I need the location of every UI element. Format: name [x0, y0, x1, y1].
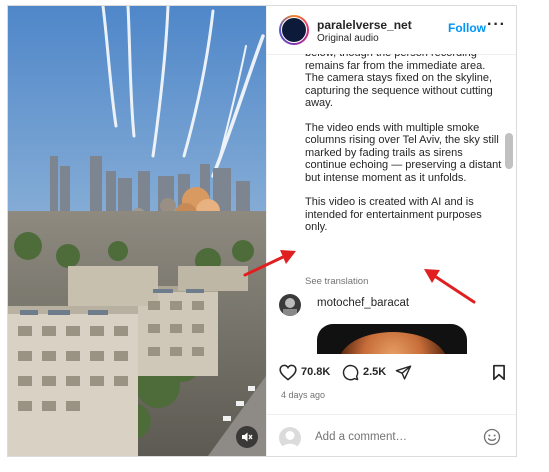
follow-button[interactable]: Follow [448, 21, 486, 35]
comment-avatar[interactable] [279, 294, 301, 316]
mute-button[interactable] [236, 426, 258, 448]
caption-paragraph: This video is created with AI and is int… [305, 196, 482, 233]
see-translation-link[interactable]: See translation [305, 276, 368, 287]
post-video[interactable] [8, 6, 266, 456]
avatar[interactable] [279, 15, 309, 45]
emoji-icon [483, 428, 501, 446]
share-button[interactable] [395, 362, 412, 382]
speaker-muted-icon [242, 432, 253, 442]
more-options-icon[interactable]: ··· [487, 16, 506, 34]
heart-icon [279, 364, 297, 381]
like-count: 70.8K [301, 366, 331, 378]
add-comment-input[interactable]: Add a comment… [315, 431, 407, 443]
post-caption: below, though the person recording remai… [305, 54, 505, 246]
audio-label[interactable]: Original audio [317, 33, 379, 44]
post-container: paralelverse_net Original audio Follow ·… [7, 5, 517, 457]
video-frame [8, 6, 266, 456]
post-header: paralelverse_net Original audio Follow ·… [267, 6, 516, 55]
post-username[interactable]: paralelverse_net [317, 18, 412, 32]
save-button[interactable] [492, 362, 506, 382]
post-timestamp[interactable]: 4 days ago [281, 390, 325, 400]
bookmark-icon [493, 364, 505, 380]
add-comment-bar: Add a comment… [267, 414, 516, 456]
scrollbar[interactable] [505, 54, 515, 354]
share-icon [395, 364, 412, 380]
post-side-panel: paralelverse_net Original audio Follow ·… [266, 6, 516, 456]
like-button[interactable]: 70.8K [279, 362, 330, 382]
emoji-button[interactable] [483, 428, 501, 451]
scrollbar-thumb[interactable] [505, 133, 513, 169]
comments-scroll-area[interactable]: below, though the person recording remai… [267, 54, 516, 354]
comment-gif[interactable] [317, 324, 467, 354]
caption-paragraph: The video ends with multiple smoke colum… [305, 121, 502, 184]
comment-icon [342, 364, 359, 380]
comment-count: 2.5K [363, 366, 387, 378]
post-actions: 70.8K 2.5K [267, 359, 516, 385]
current-user-avatar [279, 427, 301, 449]
comment-button[interactable]: 2.5K [342, 362, 386, 382]
comment-username[interactable]: motochef_baracat [317, 297, 409, 309]
caption-paragraph: below, though the person recording remai… [305, 54, 493, 109]
